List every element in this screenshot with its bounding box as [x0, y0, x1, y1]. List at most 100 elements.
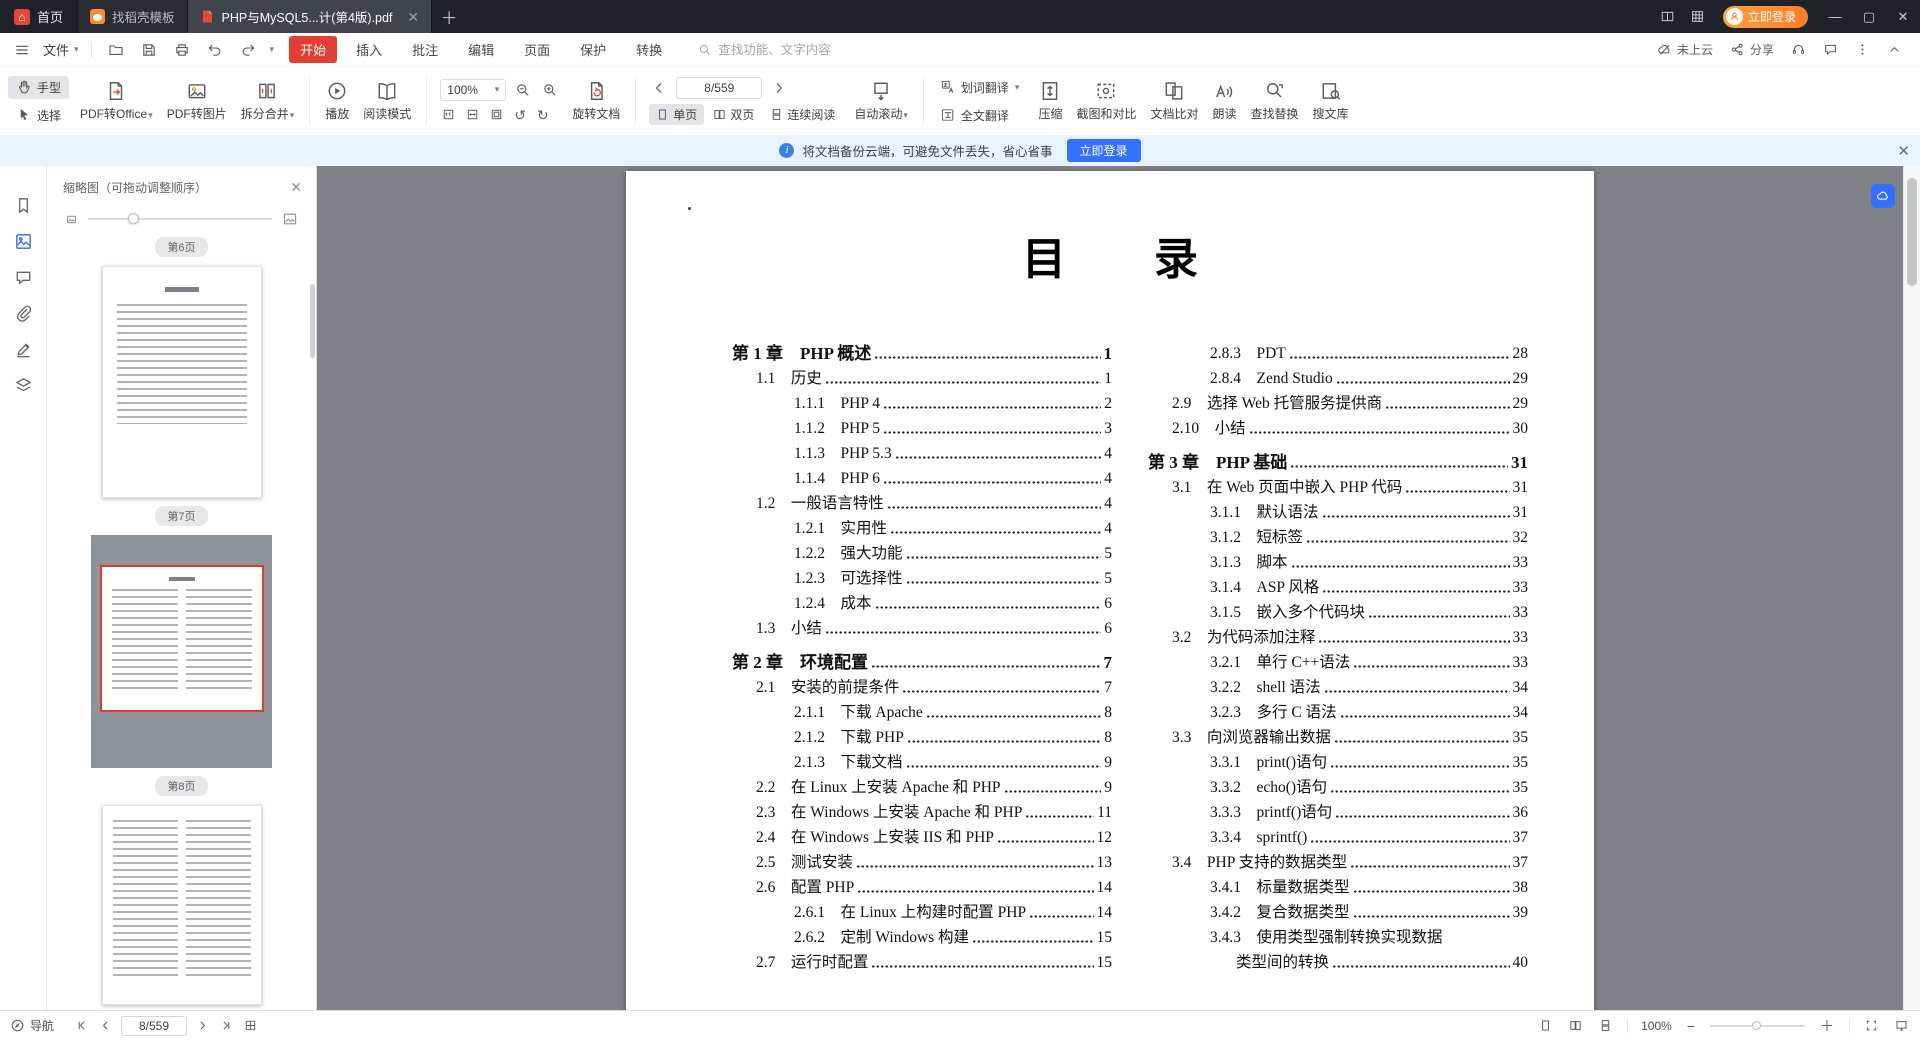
login-button[interactable]: 立即登录 — [1723, 6, 1808, 28]
next-page-button[interactable] — [194, 1017, 211, 1034]
play-button[interactable]: 播放 — [318, 76, 356, 126]
collapse-toolbar-icon[interactable] — [1887, 42, 1902, 57]
tab-close-icon[interactable]: ✕ — [407, 10, 419, 24]
fullscreen-button[interactable] — [1863, 1017, 1880, 1034]
pdf-to-office-button[interactable]: PDF转Office▾ — [73, 76, 160, 126]
save-icon[interactable] — [137, 38, 161, 62]
full-translate-button[interactable]: 全文翻译 — [932, 104, 1028, 127]
zoom-select[interactable]: 100% ▾ — [440, 79, 506, 101]
main-scrollbar[interactable] — [1903, 166, 1920, 1010]
read-aloud-button[interactable]: 朗读 — [1205, 76, 1243, 126]
page-grid-view-icon[interactable] — [242, 1017, 259, 1034]
thumbnails-panel-icon[interactable] — [14, 232, 33, 251]
cloud-status[interactable]: 未上云 — [1657, 41, 1713, 58]
redo-icon[interactable] — [236, 38, 260, 62]
tab-annotate[interactable]: 批注 — [401, 36, 449, 63]
zoom-in-button[interactable]: ＋ — [1818, 1017, 1836, 1035]
file-menu[interactable]: 文件 ▾ — [43, 40, 79, 59]
main-scrollbar-thumb[interactable] — [1907, 178, 1917, 286]
thumbnail-page-7[interactable] — [102, 266, 262, 498]
read-mode-button[interactable]: 阅读模式 — [356, 76, 418, 126]
fit-width-button[interactable] — [464, 106, 481, 123]
thumbnail-page-9[interactable] — [102, 805, 262, 1005]
apps-grid-icon[interactable] — [1683, 0, 1713, 33]
home-tab[interactable]: ⌂ 首页 — [0, 0, 78, 33]
layers-panel-icon[interactable] — [14, 376, 33, 395]
thumbnail-page-8-selected[interactable] — [91, 535, 272, 768]
maximize-button[interactable]: ▢ — [1852, 0, 1886, 33]
global-menu-icon[interactable] — [10, 38, 34, 62]
tab-page[interactable]: 页面 — [513, 36, 561, 63]
first-page-button[interactable] — [73, 1017, 90, 1034]
compress-button[interactable]: 压缩 — [1031, 76, 1069, 126]
double-page-button[interactable]: 双页 — [706, 104, 761, 125]
share-button[interactable]: 分享 — [1730, 41, 1774, 58]
select-tool-button[interactable]: 选择 — [8, 104, 69, 127]
zoom-out-button[interactable] — [513, 80, 533, 100]
pdf-to-image-button[interactable]: PDF转图片 — [160, 76, 234, 126]
fit-page-button[interactable] — [488, 106, 505, 123]
notice-login-button[interactable]: 立即登录 — [1067, 139, 1141, 162]
auto-scroll-button[interactable]: 自动滚动▾ — [847, 76, 915, 126]
tab-docer-templates[interactable]: 找稻壳模板 — [78, 0, 188, 33]
zoom-in-button[interactable] — [540, 80, 560, 100]
notice-close-icon[interactable]: ✕ — [1897, 142, 1910, 160]
tab-insert[interactable]: 插入 — [345, 36, 393, 63]
split-merge-button[interactable]: 拆分合并▾ — [234, 76, 302, 126]
slider-knob[interactable] — [128, 213, 139, 224]
rotate-right-icon[interactable]: ↻ — [535, 106, 551, 124]
navigation-button[interactable]: 导航 — [10, 1017, 54, 1034]
panel-close-icon[interactable]: ✕ — [290, 179, 302, 196]
bookmarks-panel-icon[interactable] — [14, 196, 33, 215]
more-options-icon[interactable] — [1855, 42, 1870, 57]
rotate-doc-button[interactable]: 旋转文档 — [565, 76, 627, 126]
assistant-icon[interactable] — [1791, 42, 1806, 57]
previous-page-button[interactable] — [649, 78, 669, 98]
next-page-button[interactable] — [769, 78, 789, 98]
previous-page-button[interactable] — [97, 1017, 114, 1034]
signature-panel-icon[interactable] — [14, 340, 33, 359]
zoom-slider-knob[interactable] — [1752, 1021, 1761, 1030]
doc-compare-button[interactable]: 文档比对 — [1143, 76, 1205, 126]
page-number-input[interactable] — [676, 77, 762, 99]
presentation-button[interactable] — [1893, 1017, 1910, 1034]
tab-protect[interactable]: 保护 — [569, 36, 617, 63]
close-button[interactable]: ✕ — [1886, 0, 1920, 33]
tab-start[interactable]: 开始 — [289, 36, 337, 63]
book-view-icon[interactable] — [1567, 1017, 1584, 1034]
panel-scrollbar-thumb[interactable] — [310, 284, 315, 358]
print-icon[interactable] — [170, 38, 194, 62]
zoom-slider-track[interactable] — [1710, 1025, 1805, 1027]
window-split-icon[interactable] — [1653, 0, 1683, 33]
zoom-out-button[interactable]: − — [1685, 1017, 1697, 1035]
single-page-button[interactable]: 单页 — [649, 104, 704, 125]
command-search[interactable] — [698, 43, 878, 57]
screenshot-compare-button[interactable]: 截图和对比 — [1069, 76, 1143, 126]
cloud-doc-widget[interactable] — [1871, 184, 1895, 208]
continuous-view-icon[interactable] — [1597, 1017, 1614, 1034]
tab-edit[interactable]: 编辑 — [457, 36, 505, 63]
rotate-left-icon[interactable]: ↺ — [512, 106, 528, 124]
actual-size-button[interactable] — [440, 106, 457, 123]
document-viewer[interactable]: 目 录 第 1 章 PHP 概述11.1 历史11.1.1 PHP 421.1.… — [317, 166, 1903, 1010]
undo-icon[interactable] — [203, 38, 227, 62]
open-file-icon[interactable] — [104, 38, 128, 62]
search-input[interactable] — [718, 43, 878, 57]
continuous-read-button[interactable]: 连续阅读 — [763, 104, 842, 125]
tab-document[interactable]: PHP与MySQL5...计(第4版).pdf ✕ — [188, 0, 433, 33]
minimize-button[interactable]: — — [1818, 0, 1852, 33]
comments-panel-icon[interactable] — [14, 268, 33, 287]
slider-track[interactable] — [88, 218, 272, 220]
message-icon[interactable] — [1823, 42, 1838, 57]
new-tab-button[interactable]: ＋ — [432, 0, 466, 33]
single-page-view-icon[interactable] — [1537, 1017, 1554, 1034]
attachments-panel-icon[interactable] — [14, 304, 33, 323]
status-page-input[interactable] — [121, 1016, 187, 1036]
chevron-down-icon[interactable]: ▾ — [270, 44, 275, 55]
find-replace-button[interactable]: 查找替换 — [1244, 76, 1306, 126]
last-page-button[interactable] — [218, 1017, 235, 1034]
tab-convert[interactable]: 转换 — [625, 36, 673, 63]
word-translate-button[interactable]: 划词翻译 ▾ — [932, 76, 1028, 99]
hand-tool-button[interactable]: 手型 — [8, 76, 69, 99]
search-library-button[interactable]: 搜文库 — [1306, 76, 1356, 126]
